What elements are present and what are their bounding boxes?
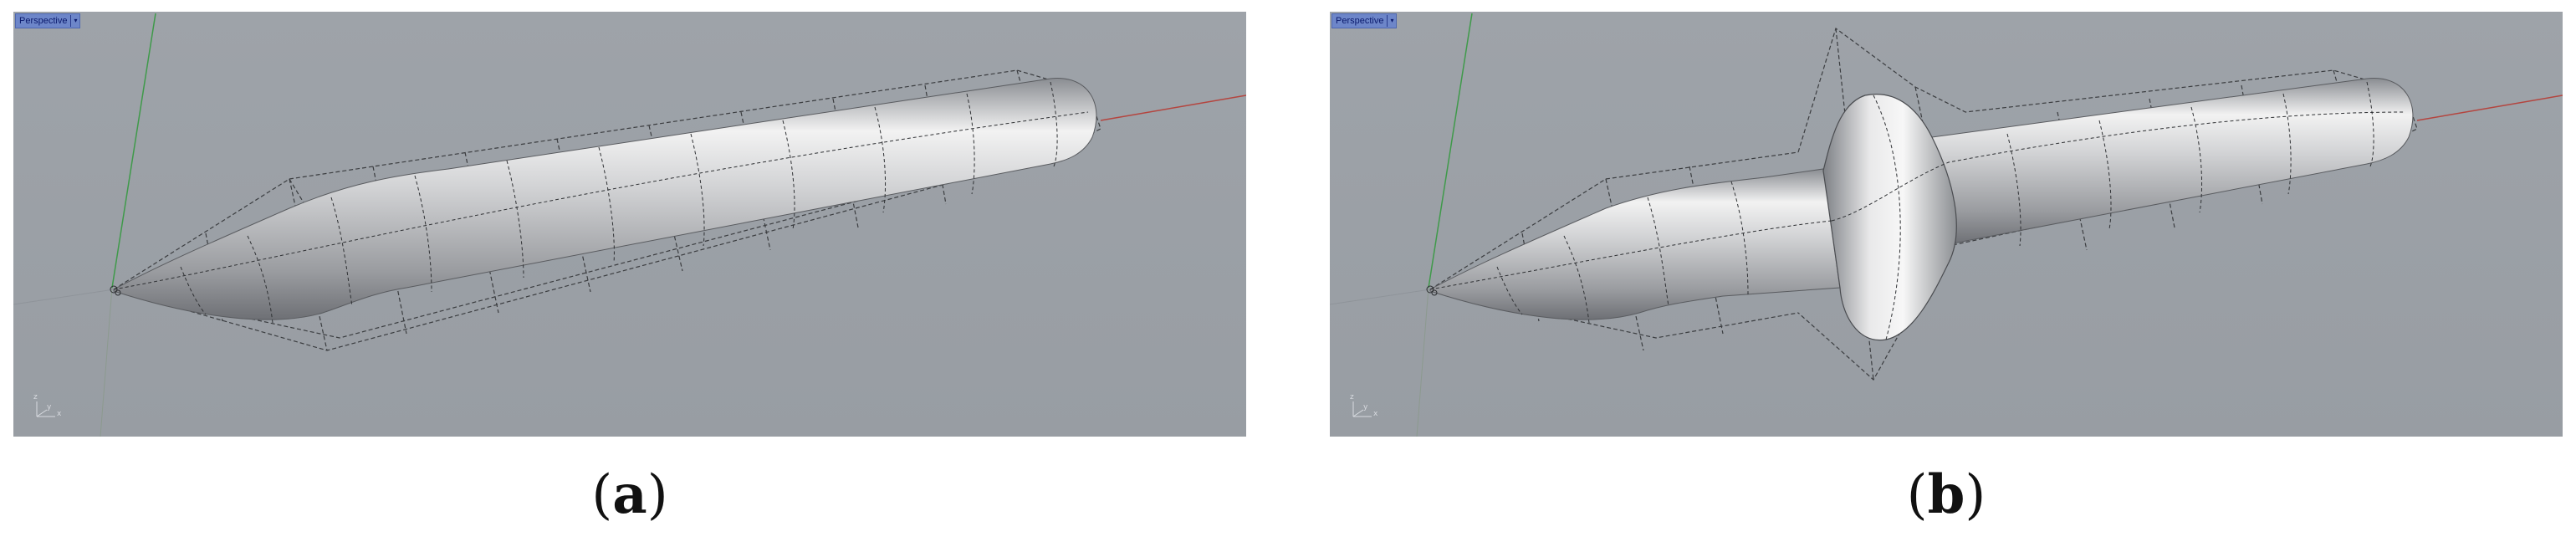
viewport-label-tab[interactable]: Perspective ▾: [15, 13, 80, 28]
x-axis-line-lower: [1330, 289, 1431, 305]
y-axis-line-lower: [100, 287, 113, 437]
viewport-scene-b: [1330, 13, 2563, 437]
caption-open-paren: (: [591, 464, 613, 526]
axis-label-z: z: [33, 393, 38, 401]
axis-label-y: y: [47, 403, 52, 412]
y-axis-line: [1428, 13, 1473, 289]
axis-gizmo-icon: z y x: [32, 393, 65, 422]
panel-a: Perspective ▾ z y x (a): [13, 0, 1268, 547]
viewport-label: Perspective: [19, 16, 68, 26]
caption-close-paren: ): [1965, 464, 1986, 526]
x-axis-line: [2416, 95, 2563, 121]
axis-gizmo-icon: z y x: [1348, 393, 1382, 422]
revolved-surface-b-right: [1931, 78, 2414, 245]
chevron-down-icon[interactable]: ▾: [1387, 15, 1394, 27]
perspective-viewport-a[interactable]: Perspective ▾ z y x: [13, 12, 1246, 437]
x-axis-line: [1100, 95, 1246, 121]
axis-label-z: z: [1350, 393, 1354, 401]
revolved-surface-a: [113, 78, 1097, 320]
axis-label-x: x: [57, 410, 62, 418]
caption-letter: b: [1927, 463, 1965, 526]
revolved-surface-b-left: [1429, 168, 1841, 320]
caption-a: (a): [13, 462, 1246, 529]
y-axis-line: [111, 13, 156, 289]
axis-label-x: x: [1373, 410, 1378, 418]
viewport-label: Perspective: [1336, 16, 1384, 26]
perspective-viewport-b[interactable]: Perspective ▾ z y x: [1330, 12, 2563, 437]
y-axis-line-lower: [1416, 287, 1429, 437]
caption-letter: a: [612, 463, 647, 526]
chevron-down-icon[interactable]: ▾: [70, 15, 78, 27]
caption-b: (b): [1330, 462, 2563, 529]
caption-close-paren: ): [647, 464, 668, 526]
axis-label-y: y: [1363, 403, 1368, 412]
caption-open-paren: (: [1906, 464, 1928, 526]
viewport-label-tab[interactable]: Perspective ▾: [1331, 13, 1397, 28]
viewport-scene-a: [13, 13, 1246, 437]
x-axis-line-lower: [13, 289, 115, 305]
panel-b: Perspective ▾ z y x (b): [1330, 0, 2576, 547]
